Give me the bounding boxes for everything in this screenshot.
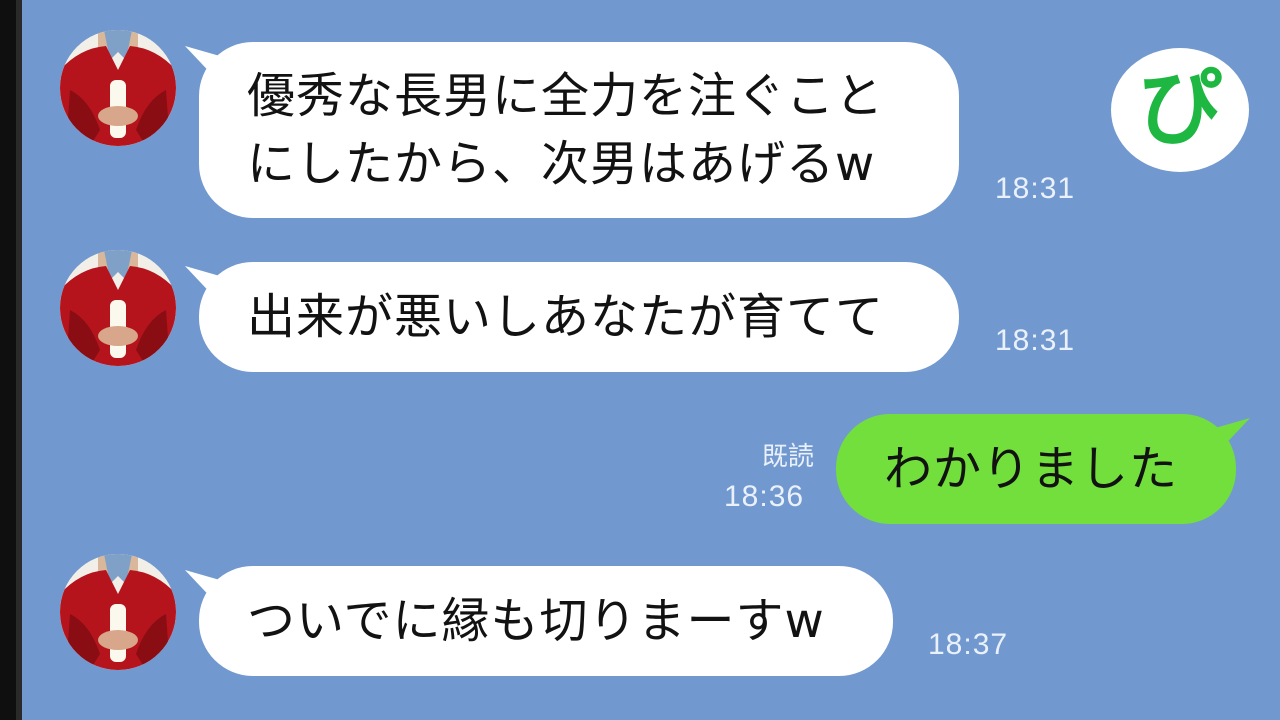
- device-bezel: [0, 0, 22, 720]
- message-bubble-2[interactable]: 出来が悪いしあなたが育てて: [199, 262, 959, 372]
- message-time-4: 18:37: [928, 628, 1009, 661]
- read-receipt: 既読: [761, 442, 814, 472]
- contact-avatar-icon[interactable]: [60, 250, 176, 366]
- message-bubble-3[interactable]: わかりました: [836, 414, 1236, 524]
- message-time-3: 18:36: [724, 480, 805, 513]
- message-bubble-1[interactable]: 優秀な長男に全力を注ぐこと にしたから、次男はあげるw: [199, 42, 959, 218]
- message-time-1: 18:31: [995, 172, 1076, 205]
- message-time-2: 18:31: [995, 324, 1076, 357]
- badge-label: ぴ: [1137, 59, 1222, 157]
- message-bubble-4[interactable]: ついでに縁も切りまーすw: [199, 566, 893, 676]
- pi-logo-icon: ぴ: [1111, 48, 1249, 172]
- contact-avatar-icon[interactable]: [60, 554, 176, 670]
- contact-avatar-icon[interactable]: [60, 30, 176, 146]
